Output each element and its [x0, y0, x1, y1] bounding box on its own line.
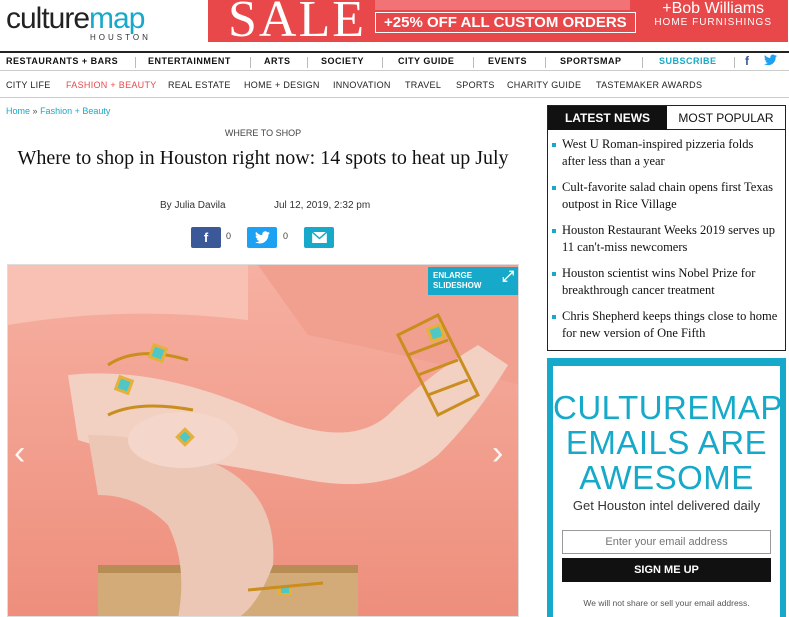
- news-item[interactable]: Cult-favorite salad chain opens first Te…: [548, 179, 785, 222]
- twitter-share-button[interactable]: [247, 227, 277, 248]
- facebook-icon[interactable]: f: [745, 54, 750, 68]
- bullet-icon: [552, 143, 556, 147]
- expand-icon: ⤢: [501, 268, 514, 285]
- envelope-icon: [311, 231, 327, 243]
- email-share-button[interactable]: [304, 227, 334, 248]
- breadcrumb-section[interactable]: Fashion + Beauty: [40, 106, 110, 116]
- logo-culture: culture: [6, 2, 90, 35]
- subnav-travel[interactable]: TRAVEL: [405, 80, 441, 90]
- secondary-nav: CITY LIFE FASHION + BEAUTY REAL ESTATE H…: [0, 78, 789, 94]
- previous-slide-arrow[interactable]: ‹: [14, 436, 25, 470]
- logo-map: map: [89, 2, 145, 35]
- newsletter-subhead: Get Houston intel delivered daily: [572, 498, 761, 513]
- nav-divider-line: [0, 97, 789, 98]
- news-item[interactable]: West U Roman-inspired pizzeria folds aft…: [548, 136, 785, 179]
- enlarge-slideshow-button[interactable]: ENLARGE SLIDESHOW ⤢: [428, 267, 518, 295]
- site-logo[interactable]: culturemap HOUSTON: [6, 4, 186, 43]
- news-list: West U Roman-inspired pizzeria folds aft…: [548, 136, 785, 351]
- primary-nav: RESTAURANTS + BARS ENTERTAINMENT ARTS SO…: [0, 51, 789, 71]
- subnav-city-life[interactable]: CITY LIFE: [6, 80, 51, 90]
- nav-divider: [473, 57, 474, 68]
- news-item[interactable]: Chris Shepherd keeps things close to hom…: [548, 308, 785, 351]
- nav-divider: [734, 57, 735, 68]
- news-item[interactable]: Houston Restaurant Weeks 2019 serves up …: [548, 222, 785, 265]
- tab-latest-news[interactable]: LATEST NEWS: [548, 106, 667, 130]
- article-byline[interactable]: By Julia Davila: [160, 200, 226, 211]
- ad-brand-tagline: HOME FURNISHINGS: [654, 17, 772, 28]
- nav-sportsmap[interactable]: SPORTSMAP: [560, 56, 622, 66]
- nav-arts[interactable]: ARTS: [264, 56, 291, 66]
- tab-most-popular[interactable]: MOST POPULAR: [667, 106, 785, 130]
- twitter-icon[interactable]: [764, 54, 777, 69]
- newsletter-headline: CULTUREMAP EMAILS ARE AWESOME: [553, 389, 783, 496]
- twitter-icon: [254, 231, 270, 244]
- subnav-fashion-beauty[interactable]: FASHION + BEAUTY: [66, 80, 157, 90]
- jewelry-photo: [8, 265, 518, 616]
- nav-city-guide[interactable]: CITY GUIDE: [398, 56, 454, 66]
- nav-divider: [307, 57, 308, 68]
- email-field[interactable]: [562, 530, 771, 554]
- news-headline[interactable]: Chris Shepherd keeps things close to hom…: [562, 309, 777, 340]
- bullet-icon: [552, 229, 556, 233]
- news-headline[interactable]: Cult-favorite salad chain opens first Te…: [562, 180, 773, 211]
- subnav-home-design[interactable]: HOME + DESIGN: [244, 80, 320, 90]
- slideshow-image[interactable]: ENLARGE SLIDESHOW ⤢ ‹ ›: [7, 264, 519, 617]
- bullet-icon: [552, 315, 556, 319]
- newsletter-headline-line1: CULTUREMAP: [553, 389, 783, 426]
- breadcrumb-separator: »: [32, 106, 38, 116]
- nav-divider: [135, 57, 136, 68]
- nav-entertainment[interactable]: ENTERTAINMENT: [148, 56, 231, 66]
- subnav-innovation[interactable]: INNOVATION: [333, 80, 391, 90]
- sign-up-button[interactable]: SIGN ME UP: [562, 558, 771, 582]
- newsletter-headline-line2: EMAILS ARE: [565, 424, 768, 461]
- subnav-charity-guide[interactable]: CHARITY GUIDE: [507, 80, 581, 90]
- twitter-share-count: 0: [283, 231, 289, 241]
- news-headline[interactable]: Houston Restaurant Weeks 2019 serves up …: [562, 223, 775, 254]
- nav-divider: [382, 57, 383, 68]
- subnav-tastemaker-awards[interactable]: TASTEMAKER AWARDS: [596, 80, 702, 90]
- ad-offer-text: +25% OFF ALL CUSTOM ORDERS: [375, 12, 636, 33]
- article-title: Where to shop in Houston right now: 14 s…: [17, 147, 509, 169]
- article-date: Jul 12, 2019, 2:32 pm: [274, 200, 371, 211]
- ad-sale-text: SALE: [228, 0, 366, 42]
- breadcrumb-home[interactable]: Home: [6, 106, 30, 116]
- facebook-share-count: 0: [226, 231, 232, 241]
- ad-offer-band: [375, 0, 630, 10]
- nav-divider: [545, 57, 546, 68]
- article-kicker[interactable]: WHERE TO SHOP: [0, 128, 526, 138]
- newsletter-headline-line3: AWESOME: [579, 459, 754, 496]
- facebook-share-button[interactable]: f: [191, 227, 221, 248]
- breadcrumb: Home » Fashion + Beauty: [6, 106, 110, 116]
- bullet-icon: [552, 186, 556, 190]
- privacy-note: We will not share or sell your email add…: [583, 598, 750, 608]
- news-widget: LATEST NEWS MOST POPULAR West U Roman-in…: [547, 105, 786, 351]
- nav-society[interactable]: SOCIETY: [321, 56, 364, 66]
- subnav-real-estate[interactable]: REAL ESTATE: [168, 80, 231, 90]
- news-item[interactable]: Houston scientist wins Nobel Prize for b…: [548, 265, 785, 308]
- news-tabs: LATEST NEWS MOST POPULAR: [548, 106, 785, 130]
- ad-brand-name: +Bob Williams: [662, 0, 765, 17]
- nav-divider: [642, 57, 643, 68]
- nav-subscribe[interactable]: SUBSCRIBE: [659, 56, 717, 66]
- bullet-icon: [552, 272, 556, 276]
- logo-city: HOUSTON: [90, 33, 151, 42]
- newsletter-panel: CULTUREMAP EMAILS ARE AWESOME Get Housto…: [553, 366, 783, 617]
- nav-events[interactable]: EVENTS: [488, 56, 527, 66]
- next-slide-arrow[interactable]: ›: [492, 436, 503, 470]
- facebook-icon: f: [203, 230, 209, 245]
- ad-brand: +Bob Williams HOME FURNISHINGS: [654, 0, 772, 28]
- news-headline[interactable]: West U Roman-inspired pizzeria folds aft…: [562, 137, 753, 168]
- nav-restaurants-bars[interactable]: RESTAURANTS + BARS: [6, 56, 118, 66]
- subnav-sports[interactable]: SPORTS: [456, 80, 495, 90]
- nav-divider: [250, 57, 251, 68]
- newsletter-signup: CULTUREMAP EMAILS ARE AWESOME Get Housto…: [547, 358, 786, 617]
- logo-wordmark: culturemap: [6, 4, 186, 34]
- news-headline[interactable]: Houston scientist wins Nobel Prize for b…: [562, 266, 755, 297]
- banner-ad[interactable]: SALE +25% OFF ALL CUSTOM ORDERS +Bob Wil…: [208, 0, 788, 42]
